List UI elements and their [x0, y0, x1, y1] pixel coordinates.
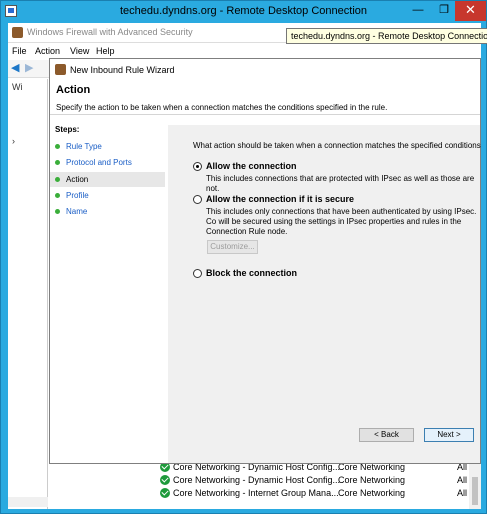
rule-name: Core Networking - Dynamic Host Config...	[173, 475, 341, 485]
step-label[interactable]: Rule Type	[66, 142, 102, 151]
firewall-icon	[55, 64, 66, 75]
step-label[interactable]: Profile	[66, 191, 89, 200]
allow-if-secure-radio[interactable]	[193, 195, 202, 204]
allow-if-secure-label[interactable]: Allow the connection if it is secure	[206, 194, 354, 204]
step-profile[interactable]: Profile	[50, 188, 165, 203]
rule-profile: All	[457, 475, 468, 485]
step-label[interactable]: Name	[66, 207, 87, 216]
menu-action[interactable]: Action	[35, 46, 60, 56]
step-name[interactable]: Name	[50, 204, 165, 219]
enabled-check-icon	[160, 488, 170, 498]
scrollbar-thumb[interactable]	[472, 477, 478, 505]
rule-profile: All	[457, 488, 468, 498]
action-question: What action should be taken when a conne…	[193, 141, 481, 150]
allow-label[interactable]: Allow the connection	[206, 161, 297, 171]
allow-radio[interactable]	[193, 162, 202, 171]
rule-group: Core Networking	[338, 475, 406, 485]
step-bullet-icon	[55, 209, 60, 214]
page-description: Specify the action to be taken when a co…	[56, 103, 388, 112]
step-label[interactable]: Protocol and Ports	[66, 158, 132, 167]
step-protocol-and-ports[interactable]: Protocol and Ports	[50, 155, 165, 170]
wizard-title: New Inbound Rule Wizard	[70, 65, 175, 75]
step-bullet-icon	[55, 193, 60, 198]
wizard-header: Action Specify the action to be taken wh…	[50, 79, 480, 115]
next-button[interactable]: Next >	[424, 428, 474, 442]
step-bullet-icon	[55, 144, 60, 149]
console-tree: Wi ›	[8, 79, 48, 509]
rule-name: Core Networking - Internet Group Mana...	[173, 488, 339, 498]
block-label[interactable]: Block the connection	[206, 268, 297, 278]
mmc-window-title: Windows Firewall with Advanced Security	[27, 27, 193, 37]
step-rule-type[interactable]: Rule Type	[50, 139, 165, 154]
step-label: Action	[66, 175, 89, 184]
action-content: What action should be taken when a conne…	[168, 125, 481, 463]
forward-arrow-icon[interactable]: ▶	[25, 63, 36, 74]
firewall-icon	[12, 27, 23, 38]
rules-list: Core Networking - Dynamic Host Config...…	[158, 461, 481, 509]
back-arrow-icon[interactable]: ◀	[11, 63, 22, 74]
wizard-titlebar: New Inbound Rule Wizard	[50, 59, 480, 79]
new-inbound-rule-wizard: New Inbound Rule Wizard Action Specify t…	[49, 58, 481, 464]
step-action: Action	[50, 172, 165, 187]
rule-group: Core Networking	[338, 488, 406, 498]
minimize-button[interactable]: —	[405, 1, 431, 21]
tree-expander[interactable]: ›	[12, 136, 15, 146]
menu-file[interactable]: File	[12, 46, 27, 56]
rdp-titlebar: techedu.dyndns.org - Remote Desktop Conn…	[1, 1, 486, 23]
tree-node-root[interactable]: Wi	[12, 82, 23, 92]
tree-horizontal-scrollbar[interactable]	[8, 497, 48, 507]
enabled-check-icon	[160, 475, 170, 485]
allow-description: This includes connections that are prote…	[206, 174, 475, 193]
maximize-button[interactable]: ❐	[431, 1, 457, 21]
page-title: Action	[56, 84, 91, 96]
rule-row[interactable]: Core Networking - Dynamic Host Config...…	[158, 474, 481, 487]
steps-panel: Steps: Rule Type Protocol and Ports Acti…	[50, 125, 165, 463]
menu-help[interactable]: Help	[96, 46, 115, 56]
customize-button[interactable]: Customize...	[207, 240, 258, 254]
menu-view[interactable]: View	[70, 46, 89, 56]
back-button[interactable]: < Back	[359, 428, 414, 442]
step-bullet-icon	[55, 160, 60, 165]
remote-session-area: Windows Firewall with Advanced Security …	[8, 23, 481, 509]
close-button[interactable]: ✕	[455, 1, 486, 21]
step-bullet-icon	[55, 177, 60, 182]
allow-if-secure-description: This includes only connections that have…	[206, 207, 477, 236]
block-radio[interactable]	[193, 269, 202, 278]
rule-row[interactable]: Core Networking - Internet Group Mana...…	[158, 487, 481, 500]
tooltip: techedu.dyndns.org - Remote Desktop Conn…	[286, 28, 487, 44]
rules-vertical-scrollbar[interactable]	[469, 463, 481, 509]
steps-heading: Steps:	[55, 125, 80, 134]
rdp-window: techedu.dyndns.org - Remote Desktop Conn…	[0, 0, 487, 514]
